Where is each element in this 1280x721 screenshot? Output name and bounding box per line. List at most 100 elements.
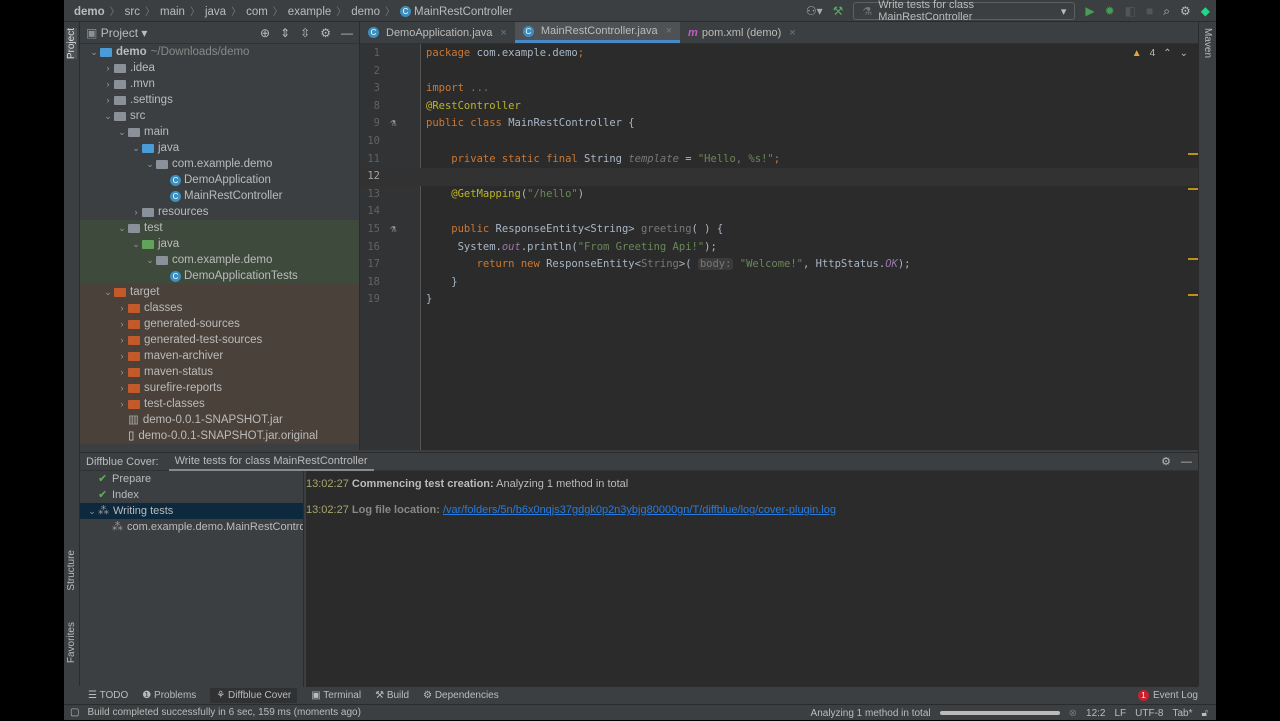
- tree-item[interactable]: ⌄ demo ~/Downloads/demo: [80, 44, 359, 60]
- warning-mark[interactable]: [1188, 153, 1198, 155]
- project-view-select[interactable]: ▣ Project ▾: [86, 26, 147, 40]
- chevron-right-icon[interactable]: ›: [116, 348, 128, 364]
- code-line[interactable]: 13 @GetMapping("/hello"): [360, 186, 1198, 204]
- chevron-down-icon[interactable]: ⌄: [144, 156, 156, 172]
- code-line[interactable]: 10: [360, 133, 1198, 151]
- tree-item[interactable]: ⌄ src: [80, 108, 359, 124]
- search-icon[interactable]: ⌕: [1163, 4, 1170, 19]
- toolwindow-build[interactable]: ⚒ Build: [375, 690, 409, 701]
- tree-item[interactable]: ⌄ target: [80, 284, 359, 300]
- coverage-icon[interactable]: ◧: [1125, 4, 1136, 18]
- chevron-down-icon[interactable]: ⌄: [88, 44, 100, 60]
- tree-item[interactable]: › generated-sources: [80, 316, 359, 332]
- code-line[interactable]: 12: [360, 168, 1198, 186]
- expand-all-icon[interactable]: ⇕: [280, 26, 290, 40]
- cancel-progress-icon[interactable]: ⊗: [1069, 708, 1077, 719]
- stop-icon[interactable]: ■: [1146, 4, 1153, 18]
- run-test-gutter-icon[interactable]: ⚗: [390, 221, 396, 239]
- chevron-down-icon[interactable]: ⌄: [116, 220, 128, 236]
- toggle-tool-windows-icon[interactable]: ▢: [70, 707, 79, 718]
- breadcrumb-item[interactable]: example: [288, 6, 331, 18]
- code-line[interactable]: 18 }: [360, 274, 1198, 292]
- chevron-down-icon[interactable]: ⌄: [86, 503, 98, 519]
- code-line[interactable]: 16 System.out.println("From Greeting Api…: [360, 239, 1198, 257]
- chevron-right-icon[interactable]: ›: [102, 60, 114, 76]
- log-file-link[interactable]: /var/folders/5n/b6x0nqjs37gdgk0p2n3ybjg8…: [443, 504, 836, 516]
- chevron-down-icon[interactable]: ⌄: [116, 124, 128, 140]
- code-line[interactable]: 8 @RestController: [360, 98, 1198, 116]
- tree-item[interactable]: › classes: [80, 300, 359, 316]
- chevron-right-icon[interactable]: ›: [130, 204, 142, 220]
- tree-item[interactable]: ⌄ main: [80, 124, 359, 140]
- chevron-down-icon[interactable]: ⌄: [102, 108, 114, 124]
- breadcrumb-item[interactable]: src: [125, 6, 140, 18]
- project-tool-tab[interactable]: Project: [66, 28, 77, 60]
- tab-write-tests[interactable]: Write tests for class MainRestController: [168, 453, 374, 471]
- tree-item[interactable]: ⌄ java: [80, 236, 359, 252]
- warning-mark[interactable]: [1188, 294, 1198, 296]
- progress-step[interactable]: ⌄ ⁂ Writing tests: [80, 503, 303, 519]
- warning-mark[interactable]: [1188, 188, 1198, 190]
- tree-item[interactable]: ⌄ com.example.demo: [80, 156, 359, 172]
- breadcrumb-item[interactable]: com: [246, 6, 268, 18]
- tree-item[interactable]: ▯ demo-0.0.1-SNAPSHOT.jar.original: [80, 428, 359, 444]
- tree-item[interactable]: › resources: [80, 204, 359, 220]
- toolwindow-dependencies[interactable]: ⚙ Dependencies: [423, 690, 499, 701]
- run-configuration-select[interactable]: ⚗ Write tests for class MainRestControlle…: [853, 0, 1076, 23]
- breadcrumb-item[interactable]: main: [160, 6, 185, 18]
- hide-icon[interactable]: —: [341, 26, 353, 40]
- chevron-right-icon[interactable]: ›: [102, 76, 114, 92]
- tree-item[interactable]: › .idea: [80, 60, 359, 76]
- code-line[interactable]: 14: [360, 203, 1198, 221]
- tab-demoapplication-java[interactable]: C DemoApplication.java ×: [360, 22, 515, 43]
- tree-item[interactable]: › surefire-reports: [80, 380, 359, 396]
- tree-item[interactable]: › .settings: [80, 92, 359, 108]
- tree-item[interactable]: C DemoApplication: [80, 172, 359, 188]
- tree-item[interactable]: › maven-archiver: [80, 348, 359, 364]
- chevron-down-icon[interactable]: ⌄: [102, 284, 114, 300]
- locate-icon[interactable]: ⊕: [260, 26, 270, 40]
- chevron-right-icon[interactable]: ›: [116, 316, 128, 332]
- tree-item[interactable]: › generated-test-sources: [80, 332, 359, 348]
- tree-item[interactable]: ⌄ java: [80, 140, 359, 156]
- close-icon[interactable]: ×: [666, 25, 672, 37]
- code-line[interactable]: 2: [360, 63, 1198, 81]
- chevron-right-icon[interactable]: ›: [116, 396, 128, 412]
- jetbrains-toolbox-icon[interactable]: ◆: [1201, 4, 1210, 18]
- caret-position[interactable]: 12:2: [1086, 708, 1105, 719]
- chevron-right-icon[interactable]: ›: [116, 332, 128, 348]
- close-icon[interactable]: ×: [500, 27, 506, 39]
- line-separator[interactable]: LF: [1114, 708, 1126, 719]
- tree-item[interactable]: ⌄ test: [80, 220, 359, 236]
- code-line[interactable]: 15 public ResponseEntity<String> greetin…: [360, 221, 1198, 239]
- code-line[interactable]: 1 package com.example.demo;: [360, 45, 1198, 63]
- tree-item[interactable]: C DemoApplicationTests: [80, 268, 359, 284]
- chevron-down-icon[interactable]: ⌄: [144, 252, 156, 268]
- tree-item[interactable]: C MainRestController: [80, 188, 359, 204]
- close-icon[interactable]: ×: [789, 27, 795, 39]
- hide-icon[interactable]: —: [1181, 456, 1192, 468]
- toolwindow-todo[interactable]: ☰ TODO: [88, 690, 128, 701]
- code-area[interactable]: 1 package com.example.demo; 2 3 import ... 8 @…: [360, 45, 1198, 309]
- code-line[interactable]: 17 return new ResponseEntity<String>( bo…: [360, 256, 1198, 274]
- chevron-right-icon[interactable]: ›: [116, 300, 128, 316]
- favorites-tool-tab[interactable]: Favorites: [66, 622, 77, 663]
- structure-tool-tab[interactable]: Structure: [66, 550, 77, 591]
- indent-setting[interactable]: Tab*: [1173, 708, 1193, 719]
- tree-item[interactable]: › .mvn: [80, 76, 359, 92]
- chevron-right-icon[interactable]: ›: [116, 380, 128, 396]
- maven-tool-tab[interactable]: Maven: [1202, 28, 1213, 58]
- progress-step[interactable]: ⁂ com.example.demo.MainRestController: [80, 519, 303, 535]
- file-encoding[interactable]: UTF-8: [1135, 708, 1163, 719]
- tab-pom-xml-demo-[interactable]: m pom.xml (demo) ×: [680, 22, 804, 43]
- gear-icon[interactable]: ⚙: [320, 26, 331, 40]
- code-line[interactable]: 3 import ...: [360, 80, 1198, 98]
- lock-icon[interactable]: 🔓︎: [1202, 708, 1208, 719]
- toolwindow-problems[interactable]: ❶ Problems: [142, 690, 196, 701]
- code-line[interactable]: 9 public class MainRestController {⚗: [360, 115, 1198, 133]
- chevron-right-icon[interactable]: ›: [116, 364, 128, 380]
- breadcrumb-item[interactable]: demo: [351, 6, 380, 18]
- tree-item[interactable]: ▥ demo-0.0.1-SNAPSHOT.jar: [80, 412, 359, 428]
- build-hammer-icon[interactable]: ⚒: [833, 4, 844, 18]
- gear-icon[interactable]: ⚙: [1161, 455, 1171, 468]
